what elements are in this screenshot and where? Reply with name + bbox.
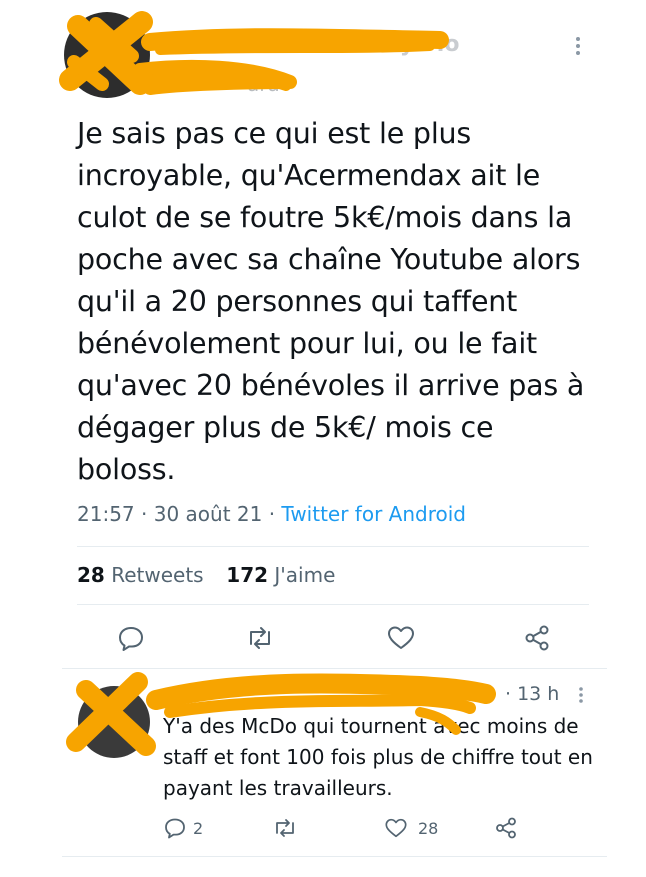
more-vertical-icon[interactable] <box>577 686 585 708</box>
reply-time-wrap: · 13 h <box>505 683 559 705</box>
divider <box>62 856 607 857</box>
reply-time[interactable]: 13 h <box>517 683 559 705</box>
reply-like-count: 28 <box>418 818 439 838</box>
meta-separator: · <box>141 502 148 526</box>
author-handle[interactable]: ara <box>247 72 280 96</box>
retweets-label: Retweets <box>111 563 204 587</box>
reply-author-name[interactable]: Elis <box>404 682 441 704</box>
tweet-time: 21:57 <box>77 502 135 526</box>
author-name[interactable]: Moby Flo <box>347 32 459 57</box>
likes-count: 172 <box>226 563 269 587</box>
author-avatar[interactable] <box>64 12 150 98</box>
divider <box>77 546 589 547</box>
retweets-count: 28 <box>77 563 105 587</box>
retweet-icon[interactable] <box>272 816 298 844</box>
retweet-icon[interactable] <box>245 624 275 654</box>
like-icon <box>385 818 407 838</box>
divider <box>62 668 607 669</box>
like-icon[interactable] <box>386 624 416 654</box>
tweet-date[interactable]: 30 août 21 <box>154 502 263 526</box>
tweet-stats: 28 Retweets 172 J'aime <box>77 563 335 587</box>
tweet-text: Je sais pas ce qui est le plus incroyabl… <box>77 117 585 486</box>
share-icon[interactable] <box>523 624 553 654</box>
share-icon[interactable] <box>494 816 518 844</box>
tweet-meta: 21:57 · 30 août 21 · Twitter for Android <box>77 502 466 526</box>
likes-label: J'aime <box>274 563 336 587</box>
meta-separator: · <box>505 683 512 705</box>
reply-like-button[interactable]: 28 <box>384 816 438 840</box>
reply-icon[interactable] <box>117 624 147 654</box>
reply-author-avatar[interactable] <box>78 686 150 758</box>
more-vertical-icon[interactable] <box>574 36 582 56</box>
likes-stat[interactable]: 172 J'aime <box>226 563 335 587</box>
reply-icon <box>165 818 185 839</box>
tweet-source-link[interactable]: Twitter for Android <box>281 502 466 526</box>
divider <box>77 604 589 605</box>
retweets-stat[interactable]: 28 Retweets <box>77 563 204 587</box>
reply-text: Y'a des McDo qui tournent avec moins de … <box>163 714 593 800</box>
reply-reply-button[interactable]: 2 <box>163 816 203 840</box>
meta-separator: · <box>268 502 276 526</box>
reply-count: 2 <box>193 818 204 838</box>
